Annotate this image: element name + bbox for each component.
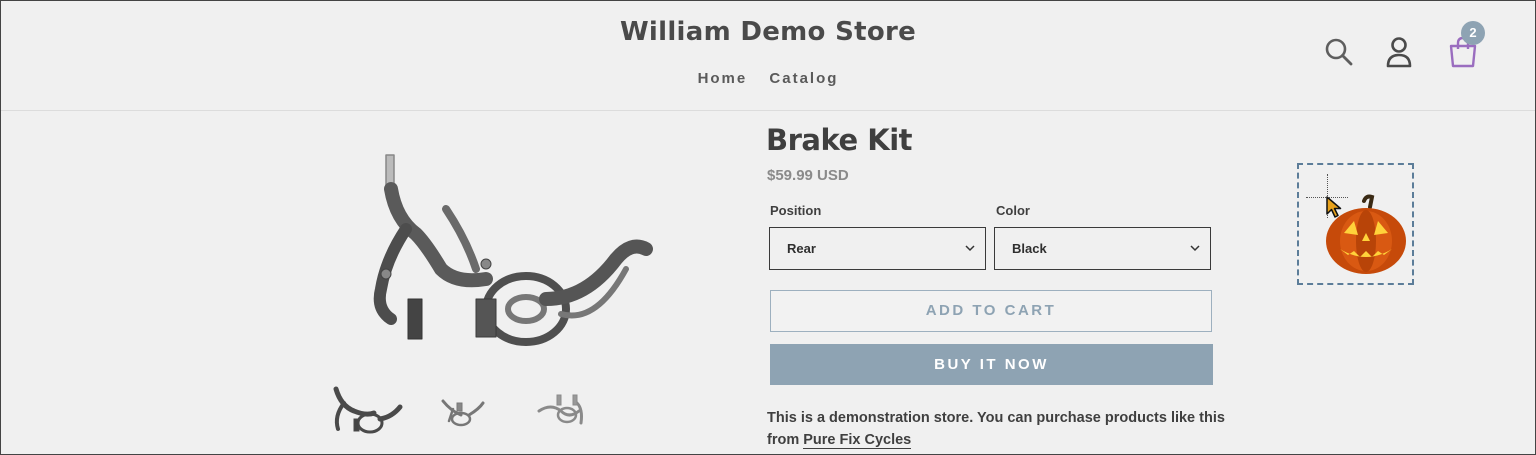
product-thumbnail-3[interactable] bbox=[531, 381, 611, 441]
chevron-down-icon bbox=[1190, 245, 1200, 252]
color-select[interactable]: Black bbox=[994, 227, 1211, 270]
search-button[interactable] bbox=[1322, 33, 1356, 71]
store-title[interactable]: William Demo Store bbox=[1, 17, 1535, 47]
main-nav: Home Catalog bbox=[1, 70, 1535, 87]
brake-thumbnail-icon bbox=[333, 386, 403, 434]
pure-fix-cycles-link[interactable]: Pure Fix Cycles bbox=[803, 432, 912, 449]
color-value: Black bbox=[1012, 241, 1047, 256]
account-button[interactable] bbox=[1382, 33, 1416, 71]
product-thumbnail-2[interactable] bbox=[431, 381, 511, 441]
cursor-arrow-icon bbox=[1326, 196, 1342, 218]
product-price: $59.99 USD bbox=[767, 167, 849, 184]
decoration-box[interactable] bbox=[1297, 163, 1414, 285]
chevron-down-icon bbox=[965, 245, 975, 252]
brake-thumbnail-icon bbox=[441, 399, 485, 427]
brake-thumbnail-icon bbox=[537, 394, 583, 425]
product-thumbnail-1[interactable] bbox=[326, 381, 406, 441]
position-select[interactable]: Rear bbox=[769, 227, 986, 270]
nav-catalog[interactable]: Catalog bbox=[769, 70, 838, 87]
color-label: Color bbox=[996, 203, 1030, 218]
product-description: This is a demonstration store. You can p… bbox=[767, 407, 1237, 451]
search-icon bbox=[1325, 38, 1353, 66]
user-icon bbox=[1386, 37, 1412, 68]
position-label: Position bbox=[770, 203, 822, 218]
product-title: Brake Kit bbox=[766, 123, 913, 157]
brake-caliper-image bbox=[373, 154, 653, 346]
add-to-cart-button[interactable]: ADD TO CART bbox=[770, 290, 1212, 332]
product-main-image[interactable] bbox=[346, 149, 666, 374]
site-header: William Demo Store Home Catalog 2 bbox=[1, 1, 1535, 111]
cart-count-badge: 2 bbox=[1461, 21, 1485, 45]
nav-home[interactable]: Home bbox=[698, 70, 748, 87]
position-value: Rear bbox=[787, 241, 816, 256]
buy-it-now-button[interactable]: BUY IT NOW bbox=[770, 344, 1213, 385]
